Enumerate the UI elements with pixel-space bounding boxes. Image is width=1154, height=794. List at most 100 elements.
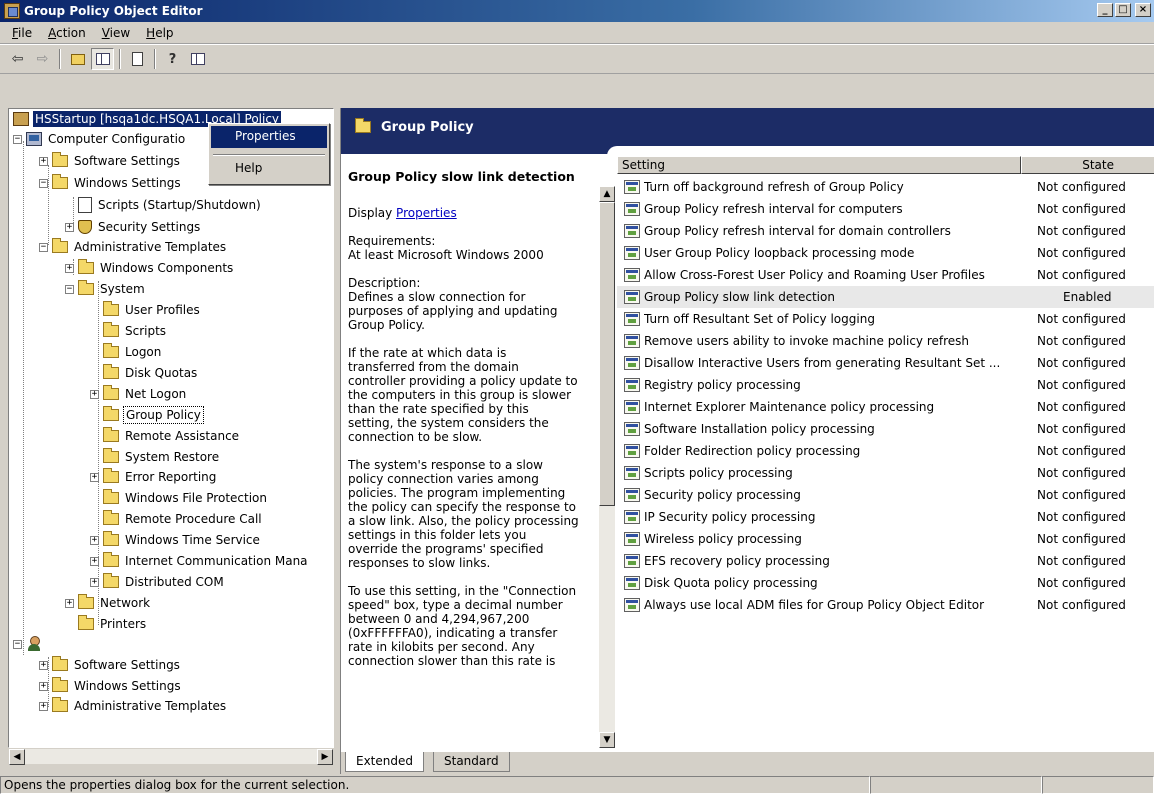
- tree-error-reporting[interactable]: + Error Reporting: [90, 467, 218, 487]
- tree-net-logon[interactable]: + Net Logon: [90, 384, 188, 404]
- column-header-setting[interactable]: Setting: [617, 156, 1021, 174]
- expand-icon[interactable]: +: [39, 660, 48, 670]
- setting-row[interactable]: IP Security policy processing Not configu…: [617, 506, 1154, 528]
- setting-row[interactable]: EFS recovery policy processing Not config…: [617, 550, 1154, 572]
- policy-setting-icon: [624, 334, 640, 348]
- console-tree[interactable]: HSStartup [hsqa1dc.HSQA1.Local] Policy −…: [8, 108, 334, 748]
- policy-setting-icon: [624, 554, 640, 568]
- description-vertical-scrollbar[interactable]: ▲ ▼: [599, 186, 615, 748]
- tree-remote-assistance[interactable]: Remote Assistance: [103, 426, 241, 446]
- tree-windows-components[interactable]: + Windows Components: [65, 258, 235, 278]
- maximize-button[interactable]: □: [1115, 3, 1131, 17]
- tab-standard[interactable]: Standard: [433, 752, 510, 772]
- tree-scripts-startup-shutdown[interactable]: Scripts (Startup/Shutdown): [65, 195, 263, 215]
- setting-row[interactable]: Allow Cross-Forest User Policy and Roami…: [617, 264, 1154, 286]
- setting-row[interactable]: Disk Quota policy processing Not configur…: [617, 572, 1154, 594]
- scroll-up-icon[interactable]: ▲: [599, 186, 615, 202]
- expand-icon[interactable]: +: [65, 222, 74, 232]
- setting-row[interactable]: Group Policy refresh interval for domain…: [617, 220, 1154, 242]
- scroll-down-icon[interactable]: ▼: [599, 732, 615, 748]
- tree-user-configuration[interactable]: −: [13, 634, 50, 654]
- tree-software-settings[interactable]: + Software Settings: [39, 151, 182, 171]
- setting-row[interactable]: Always use local ADM files for Group Pol…: [617, 594, 1154, 616]
- menu-action[interactable]: Action: [40, 24, 94, 42]
- column-header-state[interactable]: State: [1021, 156, 1154, 174]
- setting-row[interactable]: User Group Policy loopback processing mo…: [617, 242, 1154, 264]
- setting-name: EFS recovery policy processing: [644, 554, 830, 568]
- setting-row[interactable]: Internet Explorer Maintenance policy pro…: [617, 396, 1154, 418]
- tree-network[interactable]: + Network: [65, 593, 152, 613]
- tree-user-software-settings[interactable]: + Software Settings: [39, 655, 182, 675]
- setting-row[interactable]: Software Installation policy processing N…: [617, 418, 1154, 440]
- expand-icon[interactable]: +: [90, 556, 99, 566]
- show-hide-action-pane-icon[interactable]: [186, 48, 209, 70]
- tree-logon[interactable]: Logon: [103, 342, 163, 362]
- expand-icon[interactable]: +: [90, 577, 99, 587]
- tree-windows-time-service[interactable]: + Windows Time Service: [90, 530, 262, 550]
- tree-security-settings[interactable]: + Security Settings: [65, 217, 202, 237]
- setting-row[interactable]: Remove users ability to invoke machine p…: [617, 330, 1154, 352]
- tree-system-restore[interactable]: System Restore: [103, 447, 221, 467]
- expand-icon[interactable]: +: [90, 535, 99, 545]
- setting-row[interactable]: Group Policy refresh interval for comput…: [617, 198, 1154, 220]
- expand-icon[interactable]: +: [39, 156, 48, 166]
- tree-user-windows-settings[interactable]: + Windows Settings: [39, 676, 183, 696]
- scroll-left-icon[interactable]: ◀: [9, 749, 25, 765]
- setting-row[interactable]: Folder Redirection policy processing Not …: [617, 440, 1154, 462]
- context-menu-properties[interactable]: Properties: [211, 126, 327, 148]
- collapse-icon[interactable]: −: [13, 639, 22, 649]
- expand-icon[interactable]: +: [39, 681, 48, 691]
- context-menu-help[interactable]: Help: [211, 161, 327, 181]
- expand-icon[interactable]: +: [90, 472, 99, 482]
- tree-scripts[interactable]: Scripts: [103, 321, 168, 341]
- export-list-icon[interactable]: [126, 48, 149, 70]
- tree-windows-file-protection[interactable]: Windows File Protection: [103, 488, 269, 508]
- menu-help[interactable]: Help: [138, 24, 181, 42]
- expand-icon[interactable]: +: [39, 701, 48, 711]
- forward-arrow-icon[interactable]: ⇨: [31, 48, 54, 70]
- tree-printers[interactable]: Printers: [78, 614, 148, 634]
- setting-row[interactable]: Group Policy slow link detection Enabled: [617, 286, 1154, 308]
- scrollbar-thumb[interactable]: [599, 202, 615, 506]
- collapse-icon[interactable]: −: [39, 242, 48, 252]
- menu-file[interactable]: File: [4, 24, 40, 42]
- expand-icon[interactable]: +: [65, 598, 74, 608]
- setting-row[interactable]: Security policy processing Not configured: [617, 484, 1154, 506]
- back-arrow-icon[interactable]: ⇦: [6, 48, 29, 70]
- minimize-button[interactable]: _: [1097, 3, 1113, 17]
- tree-system[interactable]: − System: [65, 279, 147, 299]
- policy-setting-icon: [624, 422, 640, 436]
- collapse-icon[interactable]: −: [13, 134, 22, 144]
- setting-row[interactable]: Turn off Resultant Set of Policy logging…: [617, 308, 1154, 330]
- scroll-right-icon[interactable]: ▶: [317, 749, 333, 765]
- show-hide-console-tree-icon[interactable]: [91, 48, 114, 70]
- folder-up-icon[interactable]: [66, 48, 89, 70]
- tab-extended[interactable]: Extended: [345, 752, 424, 772]
- tree-disk-quotas[interactable]: Disk Quotas: [103, 363, 199, 383]
- setting-row[interactable]: Registry policy processing Not configured: [617, 374, 1154, 396]
- tree-windows-settings[interactable]: − Windows Settings: [39, 173, 183, 193]
- setting-row[interactable]: Wireless policy processing Not configured: [617, 528, 1154, 550]
- tree-administrative-templates[interactable]: − Administrative Templates: [39, 237, 228, 257]
- help-icon[interactable]: ?: [161, 48, 184, 70]
- properties-link[interactable]: Properties: [396, 206, 457, 220]
- expand-icon[interactable]: +: [90, 389, 99, 399]
- collapse-icon[interactable]: −: [65, 284, 74, 294]
- tree-user-administrative-templates[interactable]: + Administrative Templates: [39, 696, 228, 716]
- setting-row[interactable]: Turn off background refresh of Group Pol…: [617, 176, 1154, 198]
- setting-state: Enabled: [1063, 290, 1112, 304]
- menu-view[interactable]: View: [94, 24, 138, 42]
- setting-row[interactable]: Scripts policy processing Not configured: [617, 462, 1154, 484]
- tree-horizontal-scrollbar[interactable]: ◀ ▶: [8, 748, 334, 765]
- tree-remote-procedure-call[interactable]: Remote Procedure Call: [103, 509, 264, 529]
- tree-computer-configuration[interactable]: − Computer Configuratio: [13, 129, 187, 149]
- collapse-icon[interactable]: −: [39, 178, 48, 188]
- tree-distributed-com[interactable]: + Distributed COM: [90, 572, 226, 592]
- setting-row[interactable]: Disallow Interactive Users from generati…: [617, 352, 1154, 374]
- expand-icon[interactable]: +: [65, 263, 74, 273]
- tree-internet-communication-management[interactable]: + Internet Communication Mana: [90, 551, 310, 571]
- tree-user-profiles[interactable]: User Profiles: [103, 300, 202, 320]
- close-button[interactable]: ×: [1135, 3, 1151, 17]
- folder-icon: [52, 152, 68, 167]
- tree-group-policy[interactable]: Group Policy: [103, 405, 204, 425]
